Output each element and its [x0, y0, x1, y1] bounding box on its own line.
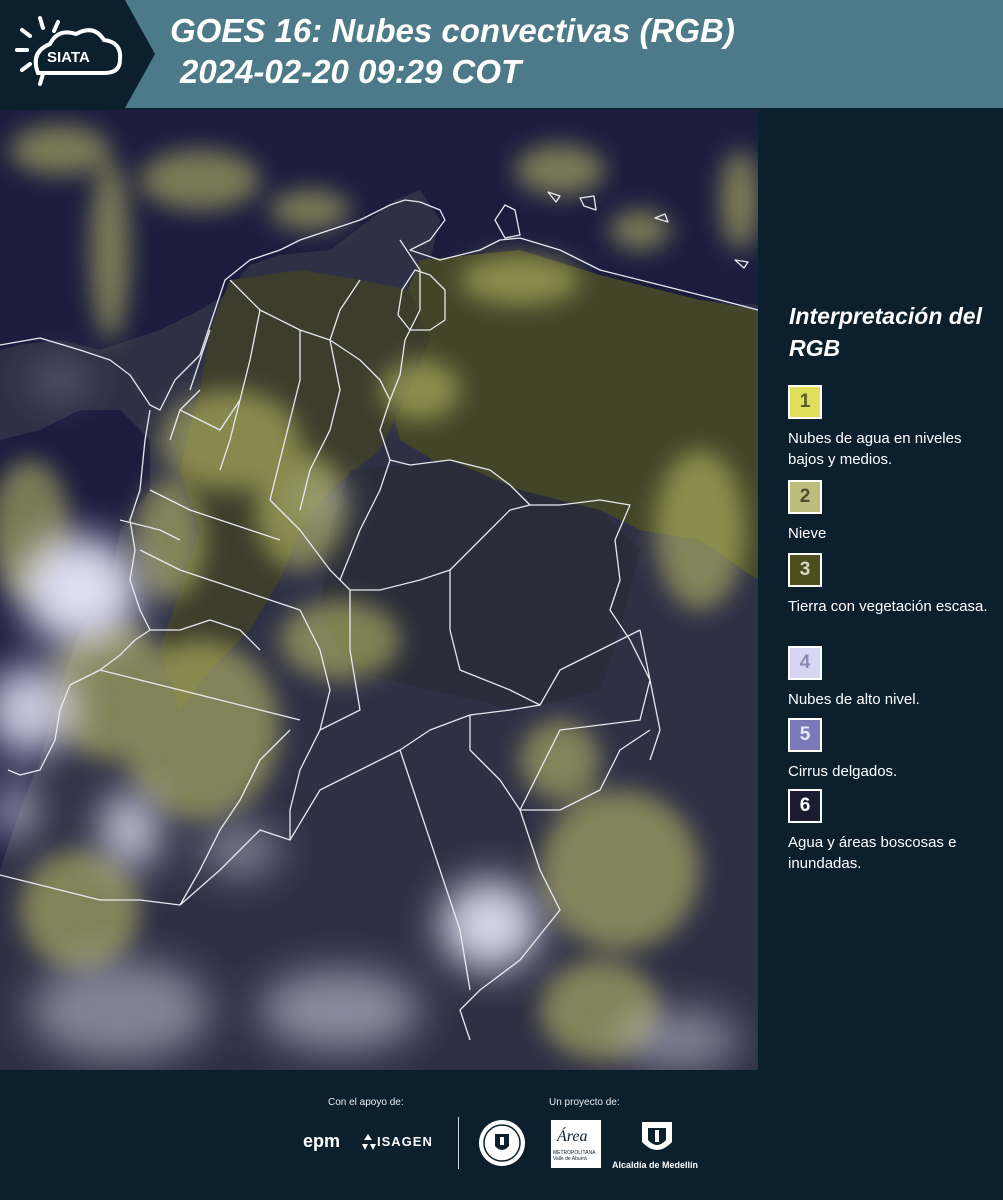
legend-number: 5: [799, 724, 811, 745]
page-title: GOES 16: Nubes convectivas (RGB): [170, 12, 735, 49]
legend-item: 1 Nubes de agua en niveles bajos y medio…: [788, 385, 998, 470]
legend-number: 3: [799, 559, 811, 580]
legend-label: Nubes de alto nivel.: [788, 691, 920, 708]
legend-item: 6 Agua y áreas boscosas e inundadas.: [788, 789, 998, 874]
area-logo-subtext: METROPOLITANA Valle de Aburrá: [553, 1150, 596, 1162]
legend-label: Cirrus delgados.: [788, 763, 898, 780]
support-caption: Con el apoyo de:: [328, 1097, 404, 1108]
legend-swatch: 4: [788, 646, 822, 680]
legend-label: Tierra con vegetación escasa.: [788, 598, 988, 615]
legend-label: Nieve: [788, 525, 827, 542]
alcaldia-text: Alcaldía de Medellín: [612, 1160, 699, 1170]
legend-item: 5 Cirrus delgados.: [788, 718, 998, 782]
legend-swatch: 5: [788, 718, 822, 752]
header: SIATA GOES 16: Nubes convectivas (RGB) 2…: [0, 0, 1003, 108]
legend-number: 1: [799, 391, 811, 412]
footer-divider: [458, 1117, 459, 1169]
epm-logo: epm: [303, 1131, 341, 1151]
legend-swatch: 3: [788, 553, 822, 587]
page-timestamp: 2024-02-20 09:29 COT: [180, 53, 522, 90]
legend-label: Agua y áreas boscosas e inundadas.: [788, 834, 957, 872]
legend-swatch: 1: [788, 385, 822, 419]
medellin-seal-icon: [477, 1118, 527, 1168]
satellite-map[interactable]: [0, 110, 758, 1070]
legend-title: Interpretación del RGB: [789, 303, 982, 361]
isagen-logo: ISAGEN: [360, 1132, 440, 1152]
area-metropolitana-logo: Área METROPOLITANA Valle de Aburrá: [551, 1120, 601, 1168]
siata-logo-text: SIATA: [47, 49, 90, 66]
legend-label: Nubes de agua en niveles bajos y medios.: [788, 430, 962, 468]
project-caption: Un proyecto de:: [549, 1097, 620, 1108]
legend-item: 3 Tierra con vegetación escasa.: [788, 553, 998, 617]
siata-logo: SIATA: [0, 0, 155, 108]
legend-item: 2 Nieve: [788, 480, 998, 544]
legend-item: 4 Nubes de alto nivel.: [788, 646, 998, 710]
alcaldia-shield-icon: [640, 1120, 674, 1158]
isagen-text: ISAGEN: [377, 1134, 433, 1149]
legend-panel: Interpretación del RGB 1 Nubes de agua e…: [760, 110, 1003, 1070]
footer: Con el apoyo de: Un proyecto de: epm ISA…: [0, 1070, 1003, 1200]
legend-number: 4: [799, 652, 811, 673]
area-logo-text: Área: [557, 1128, 588, 1145]
legend-swatch: 6: [788, 789, 822, 823]
legend-number: 2: [799, 486, 811, 507]
legend-number: 6: [799, 795, 811, 816]
legend-swatch: 2: [788, 480, 822, 514]
